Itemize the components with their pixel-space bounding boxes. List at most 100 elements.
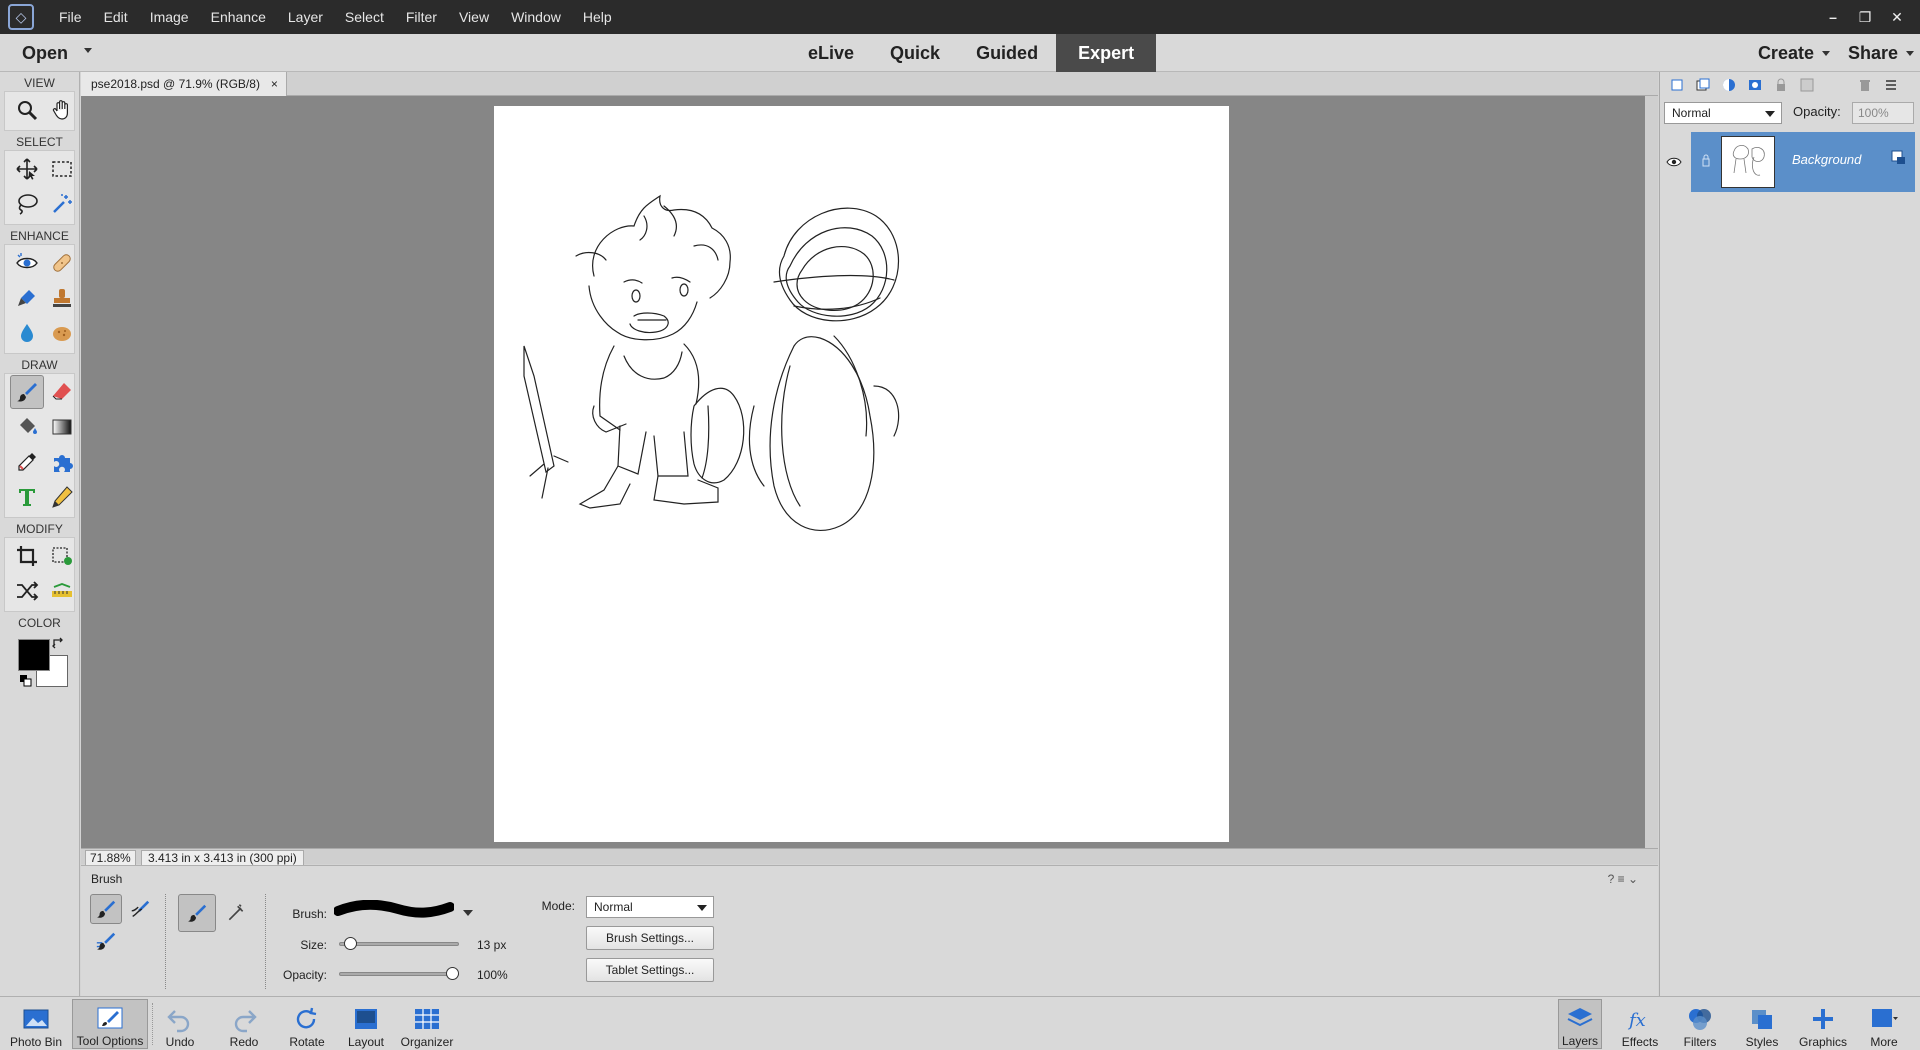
impressionist-brush-button[interactable] <box>124 894 156 924</box>
undo-icon <box>167 1010 190 1033</box>
smart-brush-tool[interactable] <box>10 281 44 315</box>
layer-lock-icon[interactable] <box>1891 150 1907 166</box>
airbrush-button[interactable] <box>220 898 252 928</box>
tab-quick[interactable]: Quick <box>872 34 958 72</box>
foreground-color-swatch[interactable] <box>18 639 50 671</box>
clone-stamp-tool[interactable] <box>45 281 79 315</box>
styles-panel-button[interactable]: Styles <box>1738 999 1786 1049</box>
more-panel-button[interactable]: More <box>1860 999 1908 1049</box>
mode-select[interactable]: Normal <box>586 896 714 918</box>
straighten-tool[interactable] <box>45 574 79 608</box>
eraser-tool[interactable] <box>45 375 79 409</box>
menu-enhance[interactable]: Enhance <box>200 0 277 34</box>
rotate-button[interactable]: Rotate <box>282 999 332 1049</box>
quick-selection-tool[interactable] <box>45 187 79 221</box>
tab-expert[interactable]: Expert <box>1056 34 1157 72</box>
menu-view[interactable]: View <box>448 0 500 34</box>
zoom-readout[interactable]: 71.88% <box>85 850 136 866</box>
paint-bucket-tool[interactable] <box>10 410 44 444</box>
tool-options-button[interactable]: Tool Options <box>72 999 148 1049</box>
layer-name[interactable]: Background <box>1792 152 1861 167</box>
swap-colors-icon[interactable] <box>52 637 66 651</box>
open-button[interactable]: Open <box>22 34 68 72</box>
redo-button[interactable]: Redo <box>222 999 266 1049</box>
menu-filter[interactable]: Filter <box>395 0 448 34</box>
tablet-settings-button[interactable]: Tablet Settings... <box>586 958 714 982</box>
marquee-tool[interactable] <box>45 152 79 186</box>
new-layer-icon[interactable] <box>1666 75 1688 95</box>
effects-panel-button[interactable]: fx Effects <box>1616 999 1664 1049</box>
default-colors-icon[interactable] <box>20 675 32 687</box>
menu-file[interactable]: File <box>48 0 93 34</box>
visibility-eye-icon[interactable] <box>1662 134 1686 190</box>
airbrush-off-button[interactable] <box>178 894 216 932</box>
pencil-tool[interactable] <box>45 480 79 514</box>
hand-tool[interactable] <box>45 93 79 127</box>
crop-tool[interactable] <box>10 539 44 573</box>
layer-row-background[interactable]: Background <box>1691 132 1915 192</box>
layers-panel-button[interactable]: Layers <box>1558 999 1602 1049</box>
content-aware-move-tool[interactable] <box>10 574 44 608</box>
tab-guided[interactable]: Guided <box>958 34 1056 72</box>
restore-icon[interactable]: ❐ <box>1852 6 1878 28</box>
blend-mode-select[interactable]: Normal <box>1664 102 1782 124</box>
chevron-down-icon[interactable] <box>463 910 473 916</box>
custom-shape-tool[interactable] <box>45 445 79 479</box>
spot-healing-tool[interactable] <box>45 246 79 280</box>
help-icon[interactable]: ? ≡ ⌄ <box>1608 872 1638 886</box>
blur-tool[interactable] <box>10 316 44 350</box>
size-value[interactable]: 13 px <box>477 938 506 952</box>
opacity-slider-thumb[interactable] <box>446 967 459 980</box>
close-document-icon[interactable]: × <box>271 72 278 96</box>
brush-tool[interactable] <box>10 375 44 409</box>
new-group-icon[interactable] <box>1692 75 1714 95</box>
gradient-tool[interactable] <box>45 410 79 444</box>
layer-mask-icon[interactable] <box>1744 75 1766 95</box>
share-button[interactable]: Share <box>1836 34 1920 72</box>
zoom-tool[interactable] <box>10 93 44 127</box>
layout-button[interactable]: Layout <box>341 999 391 1049</box>
filters-panel-button[interactable]: Filters <box>1676 999 1724 1049</box>
size-slider-thumb[interactable] <box>344 937 358 950</box>
close-icon[interactable]: ✕ <box>1884 6 1910 28</box>
adjustment-layer-icon[interactable] <box>1718 75 1740 95</box>
open-dropdown-icon[interactable] <box>84 48 92 53</box>
menu-layer[interactable]: Layer <box>277 0 334 34</box>
graphics-panel-button[interactable]: Graphics <box>1798 999 1848 1049</box>
hand-icon <box>52 100 68 120</box>
type-tool[interactable] <box>10 480 44 514</box>
photo-bin-button[interactable]: Photo Bin <box>6 999 66 1049</box>
red-eye-tool[interactable] <box>10 246 44 280</box>
opacity-slider-track[interactable] <box>339 972 459 976</box>
recompose-tool[interactable] <box>45 539 79 573</box>
brush-preset-picker[interactable] <box>333 899 455 922</box>
lasso-tool[interactable] <box>10 187 44 221</box>
menu-window[interactable]: Window <box>500 0 572 34</box>
color-replacement-brush-button[interactable] <box>90 926 122 956</box>
tab-elive[interactable]: eLive <box>790 34 872 72</box>
menu-image[interactable]: Image <box>139 0 200 34</box>
eye-icon <box>16 253 38 269</box>
menu-edit[interactable]: Edit <box>93 0 139 34</box>
brush-mode-button[interactable] <box>90 894 122 924</box>
document-tab[interactable]: pse2018.psd @ 71.9% (RGB/8) × <box>81 72 287 96</box>
panel-menu-icon[interactable] <box>1880 75 1902 95</box>
lock-transparent-icon[interactable] <box>1796 75 1818 95</box>
sponge-tool[interactable] <box>45 316 79 350</box>
move-tool[interactable] <box>10 152 44 186</box>
brush-settings-button[interactable]: Brush Settings... <box>586 926 714 950</box>
undo-button[interactable]: Undo <box>158 999 202 1049</box>
opacity-value[interactable]: 100% <box>477 968 508 982</box>
layer-opacity-field[interactable]: 100% <box>1852 102 1914 124</box>
organizer-button[interactable]: Organizer <box>398 999 456 1049</box>
menu-help[interactable]: Help <box>572 0 623 34</box>
minimize-icon[interactable]: – <box>1820 6 1846 28</box>
menu-select[interactable]: Select <box>334 0 395 34</box>
eyedropper-tool[interactable] <box>10 445 44 479</box>
vertical-scrollbar[interactable] <box>1645 96 1658 848</box>
delete-layer-icon[interactable] <box>1854 75 1876 95</box>
document-canvas[interactable] <box>494 106 1229 842</box>
create-button[interactable]: Create <box>1746 34 1836 72</box>
lock-all-icon[interactable] <box>1770 75 1792 95</box>
more-label: More <box>1870 1035 1898 1049</box>
